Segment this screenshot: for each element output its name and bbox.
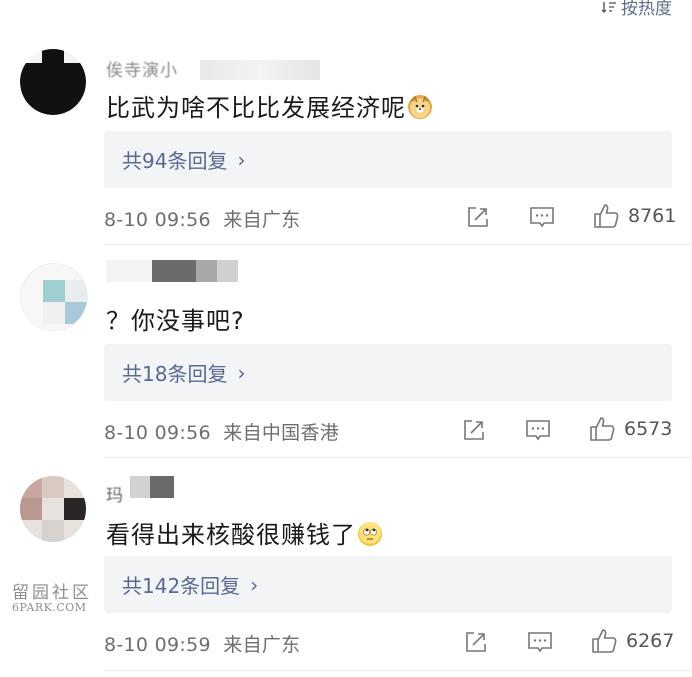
share-button[interactable] <box>466 205 490 229</box>
chevron-right-icon: › <box>237 147 246 172</box>
sort-by-hot-button[interactable]: 按热度 <box>601 0 672 19</box>
username[interactable]: 俟寺演小 <box>106 56 178 81</box>
avatar[interactable] <box>20 263 88 331</box>
replies-link[interactable]: 共18条回复 › <box>104 344 672 401</box>
chevron-right-icon: › <box>237 360 246 385</box>
divider <box>104 457 692 458</box>
comment-date: 8-10 09:56 <box>104 209 211 231</box>
username-mosaic <box>130 476 174 498</box>
comment-date: 8-10 09:59 <box>104 634 211 656</box>
sort-icon <box>601 1 616 13</box>
thumbs-up-icon <box>594 204 619 228</box>
replies-link[interactable]: 共94条回复 › <box>104 131 672 188</box>
comment-button[interactable] <box>529 205 555 229</box>
watermark-line1: 留园社区 <box>12 583 92 603</box>
divider <box>104 244 692 245</box>
comment-text: 比武为啥不比比发展经济呢 <box>106 88 432 123</box>
comment-icon <box>526 420 550 441</box>
divider <box>104 670 692 671</box>
like-count: 6573 <box>624 418 673 440</box>
comment-location: 来自中国香港 <box>223 422 340 444</box>
thumbs-up-icon <box>592 629 617 653</box>
like-count: 6267 <box>626 630 675 652</box>
comment-icon <box>530 207 554 228</box>
chevron-right-icon: › <box>250 572 259 597</box>
like-button[interactable]: 6267 <box>590 627 674 655</box>
watermark-logo: 留园社区 6PARK.COM <box>12 578 96 614</box>
comment-button[interactable] <box>527 630 553 654</box>
comment-text: 看得出来核酸很赚钱了 <box>106 515 382 550</box>
comment-location: 来自广东 <box>223 634 301 656</box>
share-button[interactable] <box>462 418 486 442</box>
avatar[interactable] <box>20 49 86 115</box>
doge-emoji <box>408 95 432 119</box>
thumbs-up-icon <box>590 417 615 441</box>
comment-meta: 8-10 09:56 来自广东 <box>104 205 300 232</box>
comment-meta: 8-10 09:59 来自广东 <box>104 630 300 657</box>
comment-meta: 8-10 09:56 来自中国香港 <box>104 418 339 445</box>
share-icon <box>468 207 488 227</box>
sort-label: 按热度 <box>621 0 672 19</box>
like-count: 8761 <box>628 205 677 227</box>
replies-link[interactable]: 共142条回复 › <box>104 556 672 613</box>
share-button[interactable] <box>464 630 488 654</box>
watermark-line2: 6PARK.COM <box>12 601 87 614</box>
comment-text: ？你没事吧? <box>106 307 245 335</box>
comment-location: 来自广东 <box>223 209 301 231</box>
like-button[interactable]: 6573 <box>588 415 672 443</box>
like-button[interactable]: 8761 <box>592 202 676 230</box>
username[interactable]: 玛 <box>106 481 124 506</box>
comment-date: 8-10 09:56 <box>104 422 211 444</box>
eye-roll-emoji <box>358 522 382 546</box>
comment-icon <box>528 632 552 653</box>
username-mosaic <box>106 260 238 282</box>
share-icon <box>466 632 486 652</box>
avatar[interactable] <box>20 476 86 542</box>
username-mosaic <box>200 60 320 80</box>
share-icon <box>464 420 484 440</box>
comment-button[interactable] <box>525 418 551 442</box>
